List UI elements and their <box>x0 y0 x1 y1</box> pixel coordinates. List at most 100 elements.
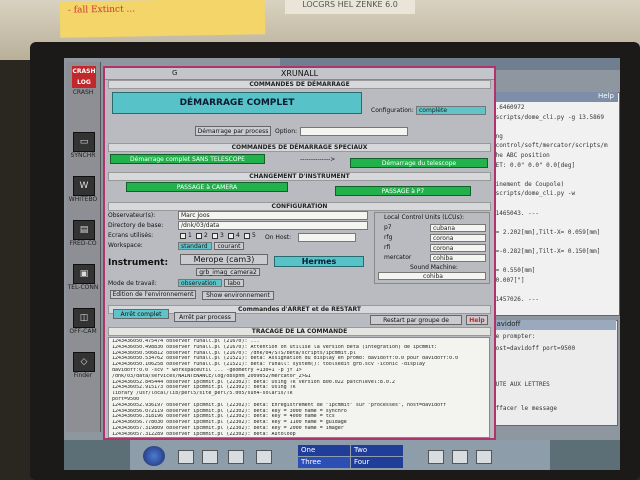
lcu-name: rfi <box>384 244 391 251</box>
davidoff-window-line: Effacer le message <box>492 405 558 412</box>
calendar-icon[interactable] <box>228 450 244 464</box>
lcu-value-field[interactable]: cohiba <box>430 254 486 262</box>
davidoff-window-line: de prompter: <box>492 333 536 340</box>
screen-checkbox-4[interactable] <box>228 233 234 239</box>
lcu-value-field[interactable]: cubana <box>430 224 486 232</box>
instrument-merope-button[interactable]: Merope (cam3) <box>180 254 268 265</box>
screen-label: 5 <box>252 232 256 239</box>
crash-log-button[interactable]: CRASH LOG <box>72 66 96 88</box>
lcu-value-field[interactable]: corona <box>430 244 486 252</box>
screen-checkbox-3[interactable] <box>212 233 218 239</box>
log-line: 1243436057.312289 observer ipcmmit.pl (2… <box>112 431 296 437</box>
log-line: 1243436052.845444 observer ipcmmit.pl (2… <box>112 379 395 385</box>
sidebar-item-label: SYNCHR <box>70 152 96 159</box>
stop-by-process-button[interactable]: Arrêt par process <box>174 312 236 322</box>
switch-to-camera-button[interactable]: PASSAGE à CAMERA <box>126 182 288 192</box>
printer-icon[interactable] <box>202 450 218 464</box>
help-window-line: Y= 2.202[mm],Tilt-X= 0.059[mm] <box>492 228 601 236</box>
monitor-icon[interactable]: ▭ <box>73 132 95 152</box>
help-window-line: 0.6460972 <box>492 104 525 111</box>
globe-icon[interactable] <box>143 446 165 466</box>
workspace-label: Workspace: <box>108 242 143 249</box>
log-line: 1243436050.475474 observer runall.pl (21… <box>112 339 260 344</box>
restart-group-button[interactable]: Restart par groupe de process <box>370 315 462 333</box>
mail-icon[interactable] <box>428 450 444 464</box>
help-window-line: rinement de Coupole) <box>492 180 565 188</box>
log-line: port=9500 <box>112 397 140 402</box>
finder-icon[interactable]: ◇ <box>73 352 95 372</box>
mode-labo-option[interactable]: labo <box>224 279 244 287</box>
instrument-grb-button[interactable]: grb_imag_camera2 <box>196 268 260 276</box>
option-input[interactable] <box>300 127 408 136</box>
log-line: davidoff:0.0 -scv * workspaceUtil ... -g… <box>112 368 302 373</box>
basedir-input[interactable]: /dnk/03/data <box>178 221 368 230</box>
start-telescope-button[interactable]: Démarrage du telescope <box>350 158 488 168</box>
log-line: /dnk/03/data/services/NAINTENANCE/log/ob… <box>112 373 311 379</box>
switch-to-p7-button[interactable]: PASSAGE à P7 <box>335 186 471 196</box>
telescope-icon[interactable]: ▣ <box>73 264 95 284</box>
full-stop-button[interactable]: Arrêt complet <box>113 309 169 319</box>
host-input[interactable] <box>298 233 356 242</box>
section-config: CONFIGURATION <box>108 202 491 211</box>
edit-environment-button[interactable]: Edition de l'environnement <box>110 290 196 299</box>
screen-checkbox-5[interactable] <box>244 233 250 239</box>
terminal-icon[interactable]: ▤ <box>73 220 95 240</box>
lcu-value-field[interactable]: corona <box>430 234 486 242</box>
lcu-title: Local Control Units (LCUs): <box>384 214 465 221</box>
help-button[interactable]: Help <box>466 315 488 325</box>
help-window-line: Y= 0.550[mm] <box>492 267 536 275</box>
option-label: Option: <box>275 128 298 135</box>
log-line: 1243436052.915173 observer ipcmmit.pl (2… <box>112 385 296 391</box>
screens-label: Ecrans utilisés: <box>108 232 154 239</box>
lcu-name: mercator <box>384 254 412 261</box>
section-instrument-change: CHANGEMENT D'INSTRUMENT <box>108 172 491 181</box>
log-line: 1243436056.318196 observer ipcmmit.pl (2… <box>112 414 335 420</box>
help-window-title[interactable]: Help <box>488 92 618 102</box>
sound-title: Sound Machine: <box>410 264 458 271</box>
instrument-hermes-button[interactable]: Hermes <box>274 256 364 267</box>
screen-label: 2 <box>204 232 208 239</box>
davidoff-window-line: host=davidoff port=9500 <box>492 345 576 352</box>
workspace-current-option[interactable]: courant <box>214 242 244 250</box>
pager-workspace-one[interactable]: One <box>298 445 350 456</box>
window-title[interactable]: XRUNALL <box>105 68 494 80</box>
screen-label: 3 <box>220 232 224 239</box>
whiteboard-icon[interactable]: W <box>73 176 95 196</box>
start-no-telescope-button[interactable]: Démarrage complet SANS TELESCOPE <box>110 154 265 164</box>
pager-workspace-two[interactable]: Two <box>351 445 403 456</box>
davidoff-window-title[interactable]: davidoff <box>488 320 616 330</box>
lcu-name: rfg <box>384 234 393 241</box>
start-by-process-button[interactable]: Démarrage par process <box>195 126 271 136</box>
camera-icon[interactable]: ◫ <box>73 308 95 328</box>
screen-checkbox-2[interactable] <box>196 233 202 239</box>
lcu-name: p7 <box>384 224 392 231</box>
window-menu-icon[interactable]: G <box>172 69 177 77</box>
help-window-line: Y=-0.282[mm],Tilt-X= 0.150[mm] <box>492 248 601 255</box>
workspace-standard-option[interactable]: standard <box>178 242 212 250</box>
section-special: COMMANDES DE DÉMARRAGE SPECIAUX <box>108 143 491 152</box>
log-line: 1243436050.506812 observer runall.pl (21… <box>112 350 356 356</box>
screen-checkbox-1[interactable] <box>180 233 186 239</box>
help-window-line: /scripts/dome_cli.py -g 13.5869 <box>492 113 604 121</box>
sticky-note: - fall Extinct ... <box>59 0 266 38</box>
help-window-line: the ABC position <box>492 152 550 159</box>
files-icon[interactable] <box>256 450 272 464</box>
observer-input[interactable]: Marc Joos <box>178 211 368 220</box>
mode-observation-option[interactable]: observation <box>178 279 222 287</box>
config-select[interactable]: complète <box>416 106 486 115</box>
sidebar-item-label: FRED-CO <box>69 240 97 247</box>
pager-workspace-four[interactable]: Four <box>351 457 403 468</box>
show-environment-button[interactable]: Show environnement <box>202 291 274 300</box>
help-desk-icon[interactable] <box>452 450 468 464</box>
workspace-icon[interactable] <box>178 450 194 464</box>
config-label: Configuration: <box>371 107 414 114</box>
mode-label: Mode de travail: <box>108 280 157 287</box>
trash-icon[interactable] <box>476 450 492 464</box>
full-start-button[interactable]: DÉMARRAGE COMPLET <box>112 92 362 114</box>
sound-machine-field[interactable]: cohiba <box>378 272 486 280</box>
log-line: 1243436052.936197 observer ipcmmit.pl (2… <box>112 402 447 408</box>
sidebar-item-label: Finder <box>73 372 93 379</box>
pager-workspace-three[interactable]: Three <box>298 457 350 468</box>
host-label: On Host: <box>265 234 292 241</box>
log-line: 1243436056.778030 observer ipcmmit.pl (2… <box>112 420 347 426</box>
